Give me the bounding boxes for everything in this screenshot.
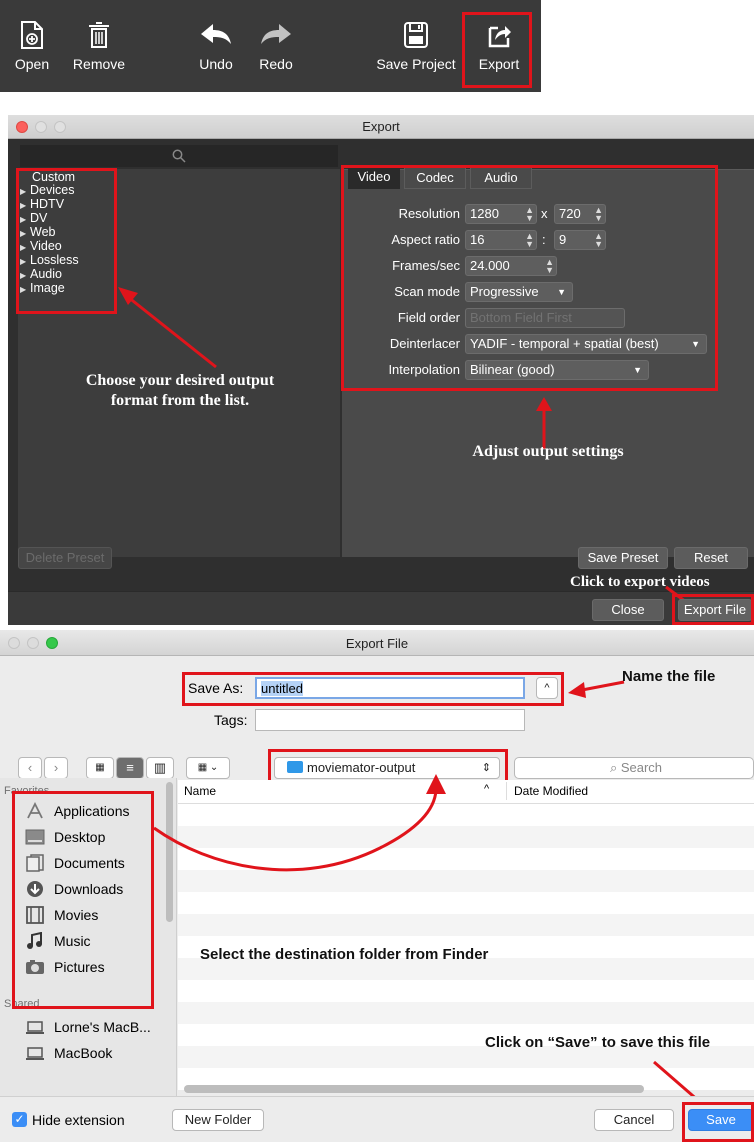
select-folder-annotation: Select the destination folder from Finde… <box>200 946 489 963</box>
sort-chevron-icon: ^ <box>484 783 490 795</box>
save-highlight <box>682 1102 754 1142</box>
export-highlight <box>462 12 532 88</box>
click-save-annotation: Click on “Save” to save this file <box>485 1034 711 1051</box>
name-file-annotation: Name the file <box>622 668 716 685</box>
name-file-arrow <box>568 680 625 698</box>
search-icon: ⌕ <box>609 760 621 775</box>
folder-curve-arrow <box>153 774 446 872</box>
export-window-title: Export <box>362 119 400 134</box>
list-icon: ≡ <box>126 760 134 775</box>
reset-button[interactable]: Reset <box>674 547 748 569</box>
date-modified-column-header[interactable]: Date Modified <box>514 784 588 798</box>
save-project-button[interactable]: Save Project <box>370 0 462 92</box>
search-icon <box>172 149 186 163</box>
laptop-icon <box>26 1047 44 1060</box>
redo-label: Redo <box>259 56 293 72</box>
tags-input[interactable] <box>255 709 525 731</box>
export-file-title: Export File <box>345 636 409 651</box>
laptop-icon <box>26 1021 44 1034</box>
hide-extension-checkbox[interactable]: ✓ <box>12 1112 27 1127</box>
new-folder-button[interactable]: New Folder <box>172 1109 264 1131</box>
settings-highlight <box>341 165 718 391</box>
preset-list-highlight <box>16 168 117 314</box>
chevron-left-icon: ‹ <box>27 760 33 775</box>
save-preset-button[interactable]: Save Preset <box>578 547 668 569</box>
hide-extension-label: Hide extension <box>32 1112 125 1128</box>
column-divider <box>506 782 507 800</box>
grid-icon: ▦ <box>95 762 105 773</box>
icon-view-button[interactable]: ▦ <box>86 757 114 779</box>
undo-button[interactable]: Undo <box>192 0 240 92</box>
close-button[interactable]: Close <box>592 599 664 621</box>
preset-arrow <box>118 287 217 369</box>
adjust-settings-annotation: Adjust output settings <box>472 443 624 460</box>
export-file-titlebar: Export File <box>0 630 754 656</box>
remove-label: Remove <box>72 56 126 72</box>
export-titlebar: Export <box>8 115 754 139</box>
open-label: Open <box>14 56 50 72</box>
export-file-dialog: Export File Save As: untitled ^ Name the… <box>0 630 754 1142</box>
choose-format-annotation: Choose your desired output format from t… <box>85 372 275 409</box>
chevron-right-icon: › <box>53 760 59 775</box>
back-button[interactable]: ‹ <box>18 757 42 779</box>
undo-label: Undo <box>199 56 233 72</box>
redo-icon <box>261 24 291 44</box>
export-window: Export Custom ▶ Devices ▶ HDTV ▶ DV ▶ Web ▶ V… <box>8 115 754 625</box>
checkmark-icon: ✓ <box>14 1112 25 1126</box>
export-file-highlight <box>672 594 754 625</box>
tags-label: Tags: <box>214 712 248 728</box>
cancel-button[interactable]: Cancel <box>594 1109 674 1131</box>
search-field[interactable]: ⌕ Search <box>514 757 754 779</box>
undo-icon <box>201 24 231 44</box>
floppy-disk-icon <box>404 22 428 48</box>
preset-search-bar[interactable] <box>20 145 338 167</box>
delete-preset-button[interactable]: Delete Preset <box>18 547 112 569</box>
trash-icon <box>89 22 109 48</box>
open-file-icon <box>21 21 43 49</box>
redo-button[interactable]: Redo <box>252 0 300 92</box>
list-view-button[interactable]: ≡ <box>116 757 144 779</box>
save-as-highlight <box>182 672 564 706</box>
horizontal-scrollbar[interactable] <box>184 1085 644 1093</box>
remove-button[interactable]: Remove <box>66 0 132 92</box>
sidebar-highlight <box>12 791 154 1009</box>
open-button[interactable]: Open <box>4 0 60 92</box>
main-toolbar: Open Remove Undo Redo Save Project Expor… <box>0 0 541 92</box>
save-project-label: Save Project <box>376 56 456 72</box>
forward-button[interactable]: › <box>44 757 68 779</box>
